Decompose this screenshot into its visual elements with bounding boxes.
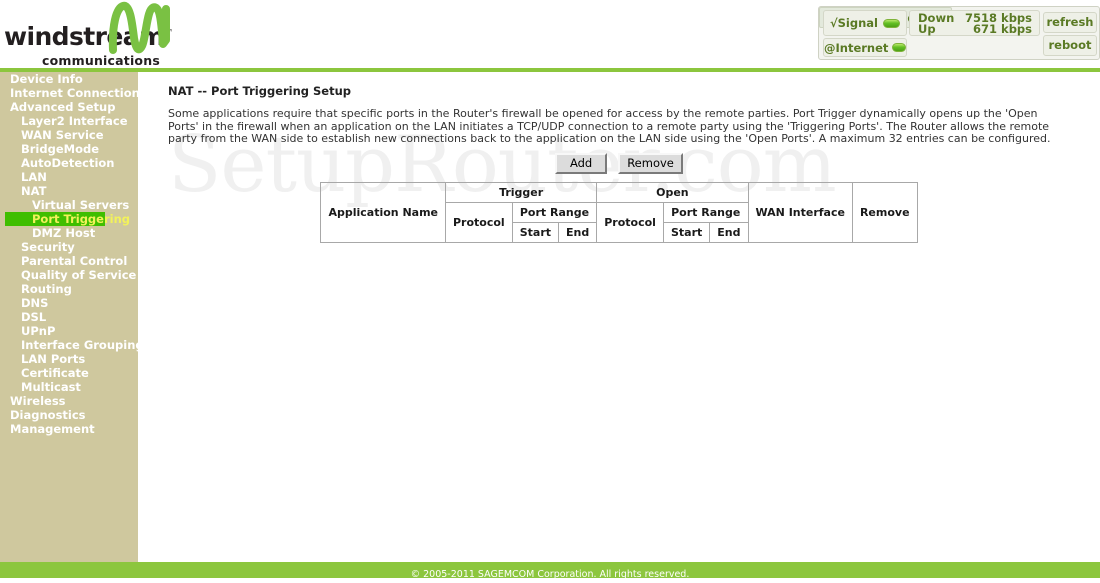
internet-status: @Internet (823, 38, 907, 57)
th-wan-interface: WAN Interface (747, 182, 853, 243)
sidebar-item-parental-control[interactable]: Parental Control (0, 254, 138, 268)
th-trigger-port-range: Port Range (511, 202, 598, 223)
upstream-label: Up (918, 22, 936, 36)
table-action-buttons: Add Remove (138, 152, 1100, 174)
sidebar-item-advanced-setup[interactable]: Advanced Setup (0, 100, 138, 114)
windstream-wave-logo-icon (108, 2, 170, 54)
sidebar-item-layer2-interface[interactable]: Layer2 Interface (0, 114, 138, 128)
sidebar-item-dns[interactable]: DNS (0, 296, 138, 310)
sidebar-item-device-info[interactable]: Device Info (0, 72, 138, 86)
page-title: NAT -- Port Triggering Setup (168, 84, 352, 98)
table-header-row-1: Application Name Trigger Open WAN Interf… (320, 182, 918, 243)
table-head: Application Name Trigger Open WAN Interf… (320, 182, 918, 243)
upstream-value: 671 kbps (973, 22, 1032, 36)
sidebar-item-upnp[interactable]: UPnP (0, 324, 138, 338)
th-trigger-end: End (558, 222, 598, 243)
sidebar-item-dsl[interactable]: DSL (0, 310, 138, 324)
upstream-rate-row: Up 671 kbps (910, 23, 1039, 35)
sidebar-item-wan-service[interactable]: WAN Service (0, 128, 138, 142)
sidebar-item-management[interactable]: Management (0, 422, 138, 436)
internet-led-icon (892, 43, 906, 52)
th-remove: Remove (851, 182, 918, 243)
th-open-end: End (709, 222, 749, 243)
port-triggering-table-wrap: Application Name Trigger Open WAN Interf… (138, 182, 1100, 243)
page-description: Some applications require that specific … (168, 107, 1051, 145)
th-open-protocol: Protocol (596, 202, 664, 243)
remove-button[interactable]: Remove (618, 153, 683, 174)
th-trigger-start: Start (511, 222, 560, 243)
internet-label: @Internet (824, 40, 889, 55)
sidebar-item-virtual-servers[interactable]: Virtual Servers (0, 198, 138, 212)
th-trigger-group: Trigger (444, 182, 598, 203)
th-open-port-range: Port Range (662, 202, 749, 223)
footer-copyright: © 2005-2011 SAGEMCOM Corporation. All ri… (410, 569, 690, 580)
th-open-start: Start (662, 222, 711, 243)
sidebar-item-lan[interactable]: LAN (0, 170, 138, 184)
sidebar-item-interface-grouping[interactable]: Interface Grouping (0, 338, 144, 352)
sidebar-item-bridgemode[interactable]: BridgeMode (0, 142, 138, 156)
sidebar-item-quality-of-service[interactable]: Quality of Service (0, 268, 138, 282)
refresh-button[interactable]: refresh (1043, 12, 1097, 33)
sidebar-item-port-triggering[interactable]: Port Triggering (5, 212, 130, 226)
signal-status: √Signal (823, 10, 907, 36)
signal-label: √Signal (829, 16, 879, 30)
sidebar-item-dmz-host[interactable]: DMZ Host (0, 226, 138, 240)
sidebar-item-routing[interactable]: Routing (0, 282, 138, 296)
th-trigger-protocol: Protocol (445, 202, 513, 243)
add-button[interactable]: Add (555, 153, 608, 174)
sidebar-nav: Device Info Internet Connection Advanced S… (0, 72, 144, 562)
page-header: windstream™ communications √Signal Down … (0, 0, 1100, 68)
sidebar-item-multicast[interactable]: Multicast (0, 380, 138, 394)
th-application-name: Application Name (320, 182, 446, 243)
sidebar-item-lan-ports[interactable]: LAN Ports (0, 352, 138, 366)
rate-status: Down 7518 kbps Up 671 kbps (909, 10, 1040, 36)
page-footer: © 2005-2011 SAGEMCOM Corporation. All ri… (0, 562, 1100, 580)
main-content: SetupRouter.com NAT -- Port Triggering S… (138, 72, 1100, 562)
th-open-group: Open (596, 182, 749, 203)
router-status-panel: √Signal Down 7518 kbps Up 671 kbps @Inte… (818, 6, 1100, 60)
sidebar-item-nat[interactable]: NAT (0, 184, 138, 198)
sidebar-item-wireless[interactable]: Wireless (0, 394, 138, 408)
sidebar-item-internet-connection[interactable]: Internet Connection (0, 86, 140, 100)
sidebar-item-security[interactable]: Security (0, 240, 138, 254)
sidebar-item-diagnostics[interactable]: Diagnostics (0, 408, 138, 422)
brand-logo[interactable]: windstream™ communications (0, 0, 200, 68)
signal-led-icon (883, 18, 901, 28)
sidebar-item-certificate[interactable]: Certificate (0, 366, 138, 380)
sidebar-item-autodetection[interactable]: AutoDetection (0, 156, 138, 170)
port-triggering-table: Application Name Trigger Open WAN Interf… (320, 182, 918, 243)
reboot-button[interactable]: reboot (1043, 35, 1097, 56)
